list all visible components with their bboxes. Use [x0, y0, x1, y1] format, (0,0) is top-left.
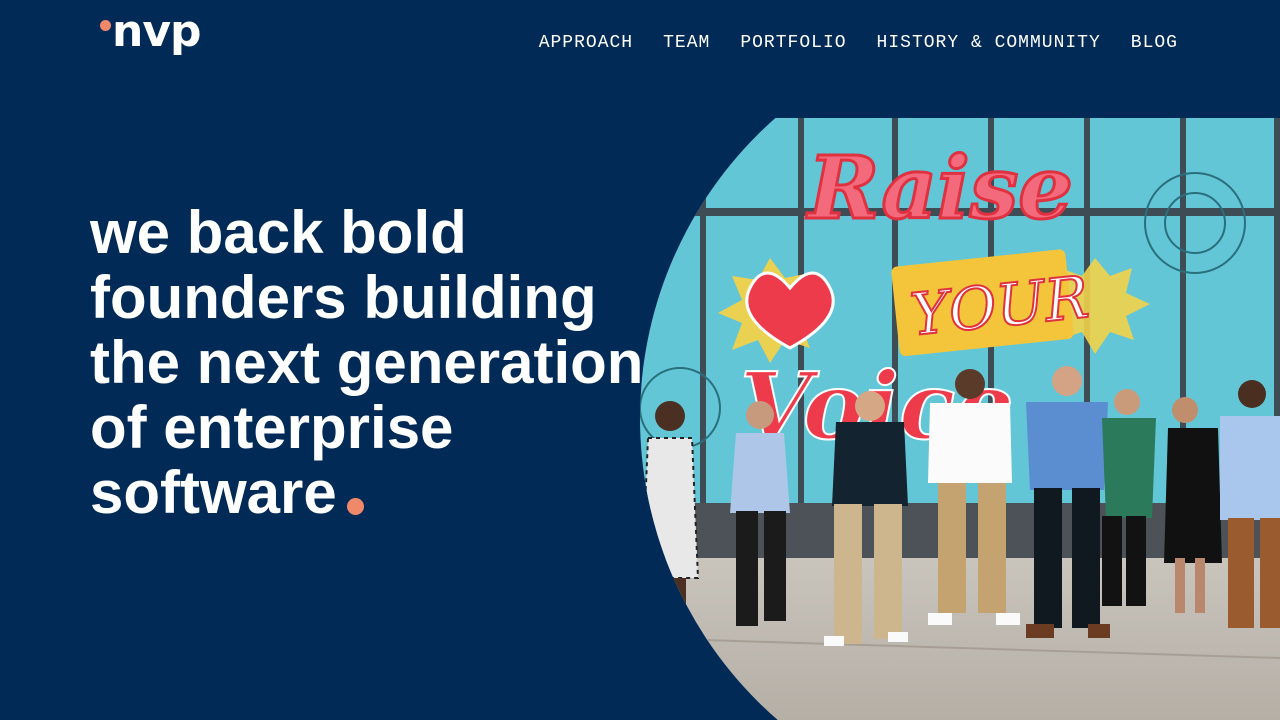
logo-text: nvp — [112, 6, 202, 57]
headline-line-1: we back bold — [90, 199, 467, 266]
headline-line-3: the next generation — [90, 329, 644, 396]
hero-headline: we back bold founders building the next … — [90, 200, 690, 525]
headline-line-4: of enterprise — [90, 394, 454, 461]
headline-line-5: software — [90, 459, 337, 526]
nvp-logo[interactable]: nvp — [98, 10, 220, 68]
nav-approach[interactable]: APPROACH — [539, 31, 633, 55]
main-nav: APPROACH TEAM PORTFOLIO HISTORY & COMMUN… — [539, 31, 1178, 55]
nav-history-community[interactable]: HISTORY & COMMUNITY — [877, 31, 1101, 55]
nav-team[interactable]: TEAM — [663, 31, 710, 55]
headline-accent-dot-icon — [346, 498, 364, 515]
nav-portfolio[interactable]: PORTFOLIO — [740, 31, 846, 55]
logo-dot-icon — [100, 20, 111, 31]
nav-blog[interactable]: BLOG — [1131, 31, 1178, 55]
team-photo: Raise YOUR Voice — [640, 118, 1280, 720]
mural-word-raise: Raise — [805, 138, 1073, 239]
headline-line-2: founders building — [90, 264, 597, 331]
